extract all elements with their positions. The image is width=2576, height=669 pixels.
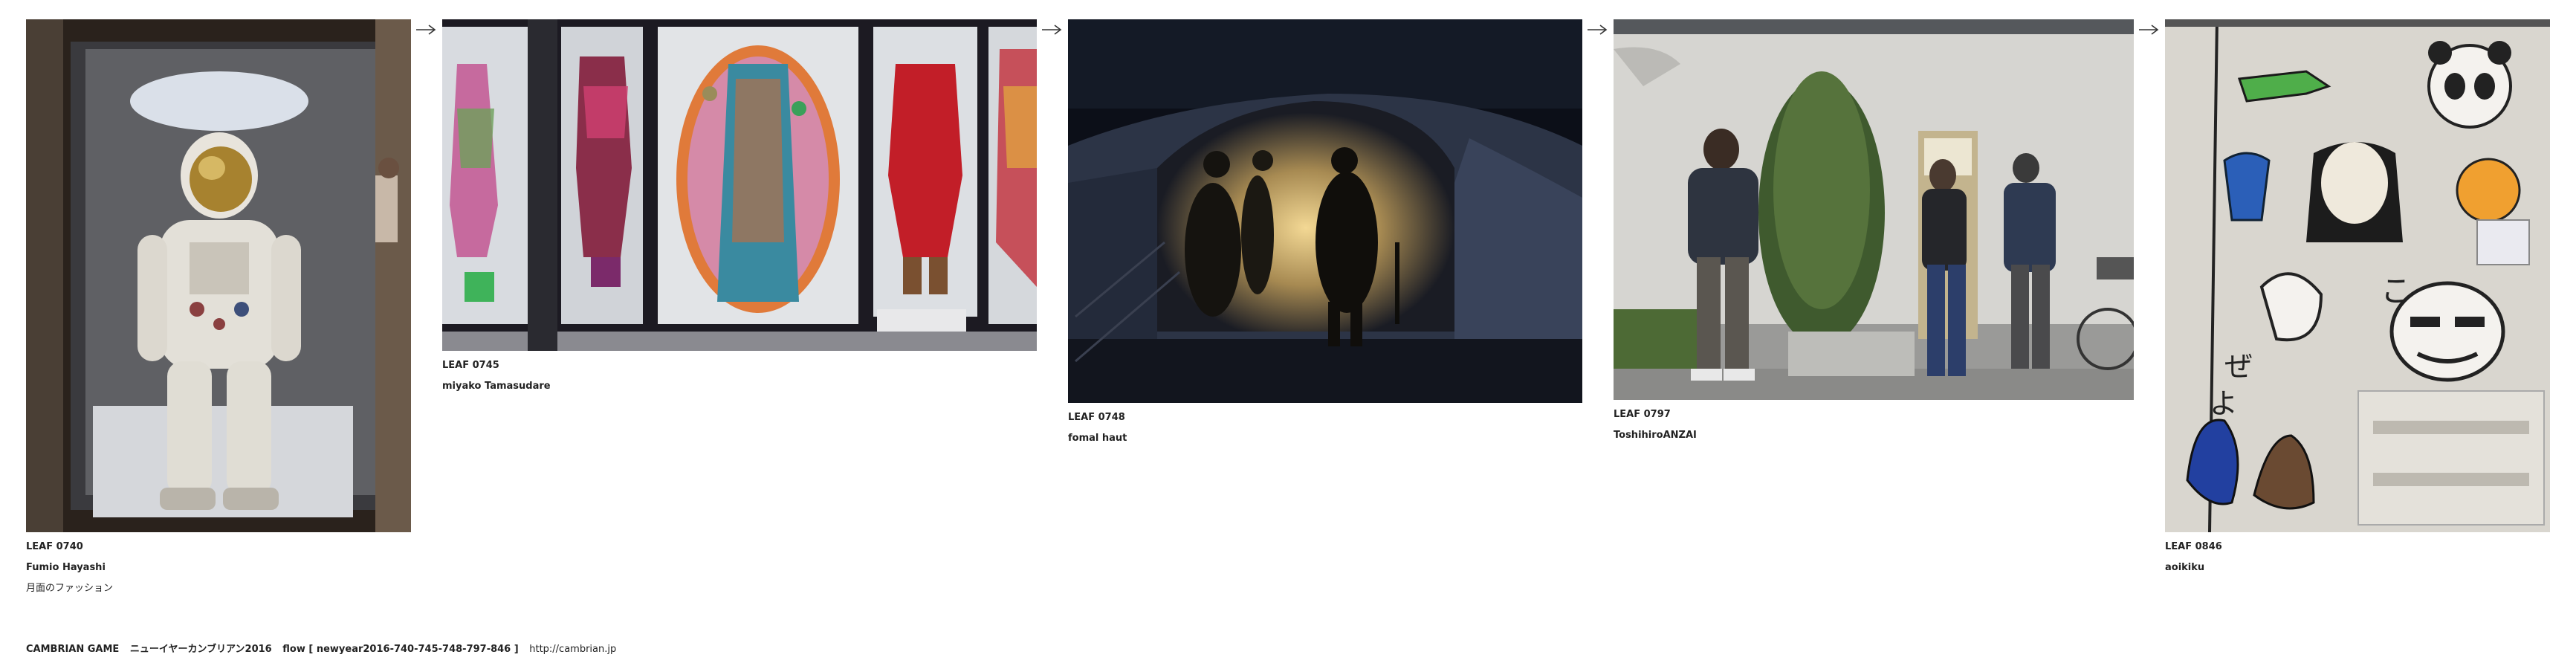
- leaf-photo-0846[interactable]: こ ぜ よ: [2165, 19, 2550, 532]
- leaf-photo-0797[interactable]: [1614, 19, 2134, 400]
- leaf-photo-0740[interactable]: [26, 19, 411, 532]
- costume-exhibit-photo-icon: [442, 19, 1037, 351]
- leaf-caption-0745: LEAF 0745 miyako Tamasudare: [442, 351, 1037, 397]
- sticker-wall-photo-icon: こ ぜ よ: [2165, 19, 2550, 532]
- astronaut-spacesuit-photo-icon: [26, 19, 411, 532]
- svg-text:よ: よ: [2210, 387, 2238, 420]
- snow-tunnel-photo-icon: [1068, 19, 1582, 403]
- leaf-id: LEAF 0797: [1614, 409, 1671, 420]
- leaf-id: LEAF 0740: [26, 541, 83, 552]
- footer-flow: flow [ newyear2016-740-745-748-797-846 ]: [282, 644, 519, 655]
- leaf-card-0740: LEAF 0740 Fumio Hayashi 月面のファッション: [26, 19, 411, 599]
- leaf-author[interactable]: fomal haut: [1068, 428, 1582, 449]
- svg-text:ぜ: ぜ: [2224, 350, 2253, 383]
- leaf-caption-0740: LEAF 0740 Fumio Hayashi 月面のファッション: [26, 532, 411, 599]
- leaf-caption-0846: LEAF 0846 aoikiku: [2165, 532, 2550, 578]
- leaf-id: LEAF 0745: [442, 360, 499, 371]
- footer: CAMBRIAN GAME ニューイヤーカンブリアン2016 flow [ ne…: [26, 641, 624, 655]
- leaf-caption-0797: LEAF 0797 ToshihiroANZAI: [1614, 400, 2134, 446]
- leaf-card-0797: LEAF 0797 ToshihiroANZAI: [1614, 19, 2134, 446]
- flow-arrow-icon: [1041, 22, 1063, 37]
- leaf-author[interactable]: ToshihiroANZAI: [1614, 425, 2134, 446]
- leaf-photo-0748[interactable]: [1068, 19, 1582, 403]
- leaf-author[interactable]: Fumio Hayashi: [26, 558, 411, 578]
- leaf-photo-0745[interactable]: [442, 19, 1037, 351]
- flow-arrow-icon: [1586, 22, 1608, 37]
- leaf-card-0748: LEAF 0748 fomal haut: [1068, 19, 1582, 449]
- footer-url-link[interactable]: http://cambrian.jp: [529, 644, 616, 655]
- leaf-card-0745: LEAF 0745 miyako Tamasudare: [442, 19, 1037, 397]
- leaf-author[interactable]: aoikiku: [2165, 558, 2550, 578]
- flow-arrow-icon: [415, 22, 437, 37]
- leaf-id: LEAF 0846: [2165, 541, 2222, 552]
- leaf-card-0846: こ ぜ よ LEAF 0846 aoikiku: [2165, 19, 2550, 578]
- footer-brand: CAMBRIAN GAME: [26, 644, 120, 655]
- leaf-caption-0748: LEAF 0748 fomal haut: [1068, 403, 1582, 449]
- flow-arrow-icon: [2138, 22, 2160, 37]
- leaf-author[interactable]: miyako Tamasudare: [442, 376, 1037, 397]
- street-people-photo-icon: [1614, 19, 2134, 400]
- svg-text:こ: こ: [2381, 273, 2412, 309]
- footer-event: ニューイヤーカンブリアン2016: [129, 644, 272, 655]
- leaf-id: LEAF 0748: [1068, 412, 1125, 423]
- leaf-title: 月面のファッション: [26, 583, 114, 594]
